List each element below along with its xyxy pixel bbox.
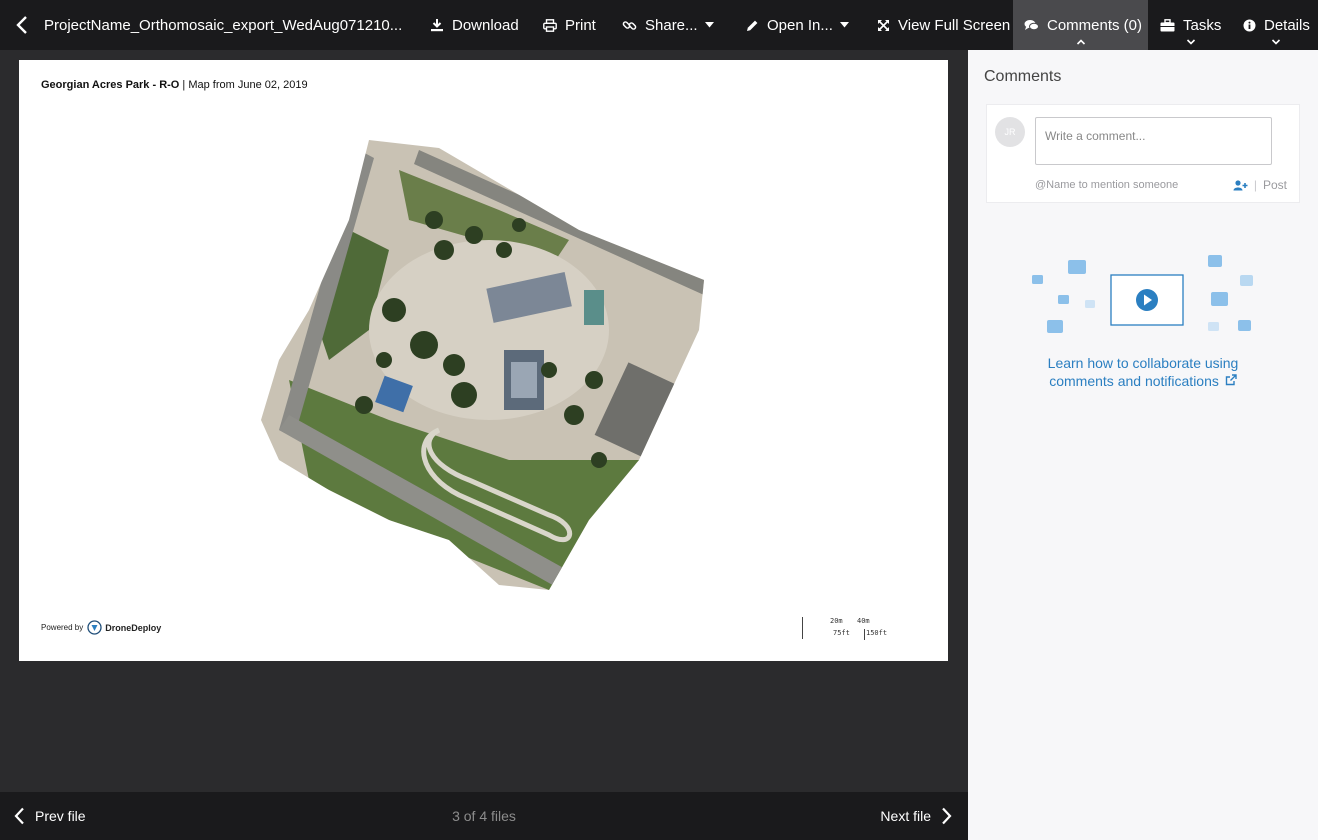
top-toolbar: ProjectName_Orthomosaic_export_WedAug071… <box>0 0 1318 50</box>
pencil-icon <box>747 20 758 31</box>
info-icon <box>1243 19 1256 31</box>
post-button[interactable]: Post <box>1263 178 1287 192</box>
full-screen-label: View Full Screen <box>898 16 1011 34</box>
avatar: JR <box>995 117 1025 147</box>
chevron-up-icon <box>1076 39 1085 45</box>
back-button[interactable] <box>0 0 44 50</box>
comment-input[interactable] <box>1035 117 1272 165</box>
mention-hint: @Name to mention someone <box>1035 179 1179 191</box>
dronedeploy-brand: DroneDeploy <box>105 622 162 633</box>
open-in-label: Open In... <box>767 16 833 34</box>
scale-label-75ft: 75ft <box>833 629 850 637</box>
chevron-right-icon <box>942 807 952 825</box>
caret-down-icon <box>704 22 714 28</box>
orthomosaic-map-image <box>261 140 704 590</box>
chevron-left-icon <box>16 16 27 34</box>
chevron-down-icon <box>1272 39 1281 45</box>
download-button[interactable]: Download <box>430 0 519 50</box>
map-title-name: Georgian Acres Park - R-O <box>41 79 180 91</box>
comments-panel-title: Comments <box>984 68 1062 85</box>
map-title: Georgian Acres Park - R-O | Map from Jun… <box>41 79 308 91</box>
caret-down-icon <box>839 22 849 28</box>
scale-label-40m: 40m <box>857 617 870 625</box>
comments-tab-label: Comments (0) <box>1047 16 1143 34</box>
post-actions: | Post <box>1233 178 1287 192</box>
download-label: Download <box>452 16 519 34</box>
powered-by: Powered by DroneDeploy <box>41 620 161 635</box>
tasks-tab[interactable]: Tasks <box>1160 0 1221 50</box>
print-button[interactable]: Print <box>543 0 596 50</box>
map-title-date: | Map from June 02, 2019 <box>179 79 308 91</box>
share-menu-button[interactable]: Share... <box>622 0 714 50</box>
dronedeploy-logo-icon <box>87 620 102 635</box>
comments-panel: Comments JR @Name to mention someone | P… <box>968 50 1318 840</box>
open-in-menu-button[interactable]: Open In... <box>746 0 849 50</box>
link-icon <box>622 20 637 30</box>
file-navigation-bar: Prev file 3 of 4 files Next file <box>0 792 968 840</box>
file-count: 3 of 4 files <box>452 808 516 824</box>
print-icon <box>543 18 557 32</box>
next-file-label: Next file <box>880 808 931 824</box>
details-tab-label: Details <box>1264 16 1310 34</box>
full-screen-button[interactable]: View Full Screen <box>877 0 1010 50</box>
add-user-icon[interactable] <box>1233 179 1248 191</box>
briefcase-icon <box>1160 18 1175 31</box>
tasks-tab-label: Tasks <box>1183 16 1222 34</box>
file-name: ProjectName_Orthomosaic_export_WedAug071… <box>44 16 403 34</box>
post-separator: | <box>1253 178 1257 192</box>
document-preview: Georgian Acres Park - R-O | Map from Jun… <box>19 60 948 661</box>
download-icon <box>431 19 443 32</box>
collaboration-illustration <box>1032 255 1253 333</box>
scale-tick <box>864 629 865 640</box>
external-link-icon <box>1225 374 1237 386</box>
comment-composer: JR @Name to mention someone | Post <box>986 104 1300 203</box>
chevron-down-icon <box>1186 39 1195 45</box>
comments-tab[interactable]: Comments (0) <box>1013 0 1148 50</box>
scale-divider <box>802 617 803 639</box>
details-tab[interactable]: Details <box>1243 0 1310 50</box>
print-label: Print <box>565 16 596 34</box>
share-label: Share... <box>645 16 698 34</box>
expand-icon <box>878 19 889 31</box>
powered-by-label: Powered by <box>41 623 84 632</box>
map-scale-bar: 20m 40m 75ft 150ft <box>802 617 902 641</box>
learn-collaborate-link[interactable]: Learn how to collaborate using comments … <box>968 354 1318 390</box>
comments-icon <box>1024 19 1039 30</box>
learn-link-line1: Learn how to collaborate using <box>1047 355 1239 371</box>
learn-link-line2: comments and notifications <box>1049 373 1219 389</box>
scale-label-150ft: 150ft <box>866 629 888 637</box>
next-file-button[interactable]: Next file <box>880 792 952 840</box>
scale-label-20m: 20m <box>830 617 843 625</box>
